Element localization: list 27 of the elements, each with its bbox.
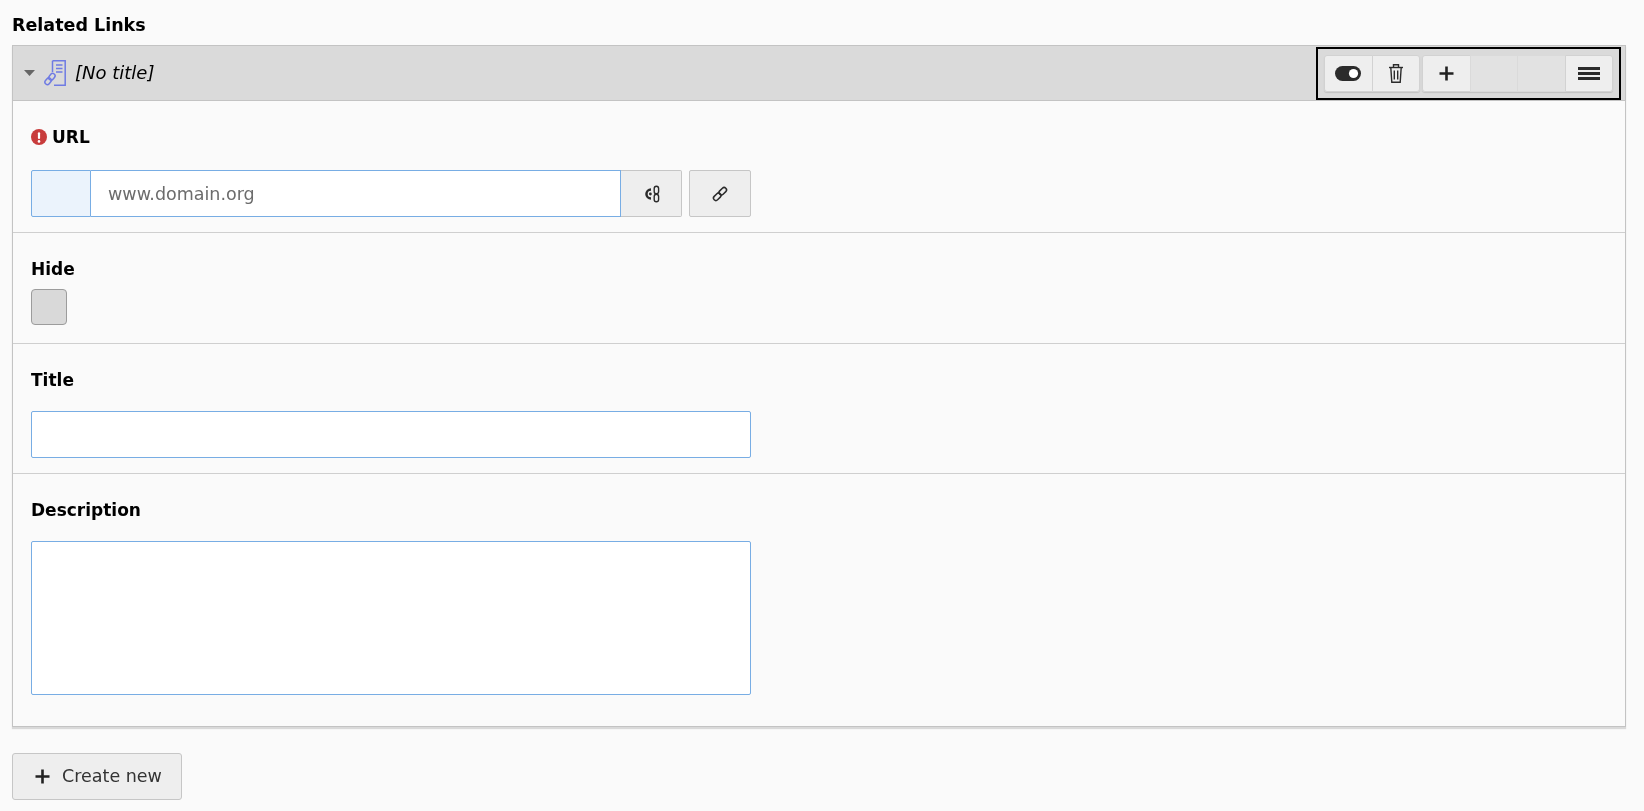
plus-icon	[35, 769, 50, 784]
field-label: Hide	[31, 259, 75, 279]
url-input[interactable]: www.domain.org	[91, 170, 621, 217]
section-title: Related Links	[12, 15, 146, 35]
add-button[interactable]	[1422, 54, 1471, 92]
menu-button[interactable]	[1564, 54, 1613, 92]
link-icon	[711, 184, 729, 203]
delete-button[interactable]	[1371, 54, 1420, 92]
menu-icon	[1577, 66, 1600, 80]
record-header[interactable]: [No title]	[13, 46, 1625, 101]
record-title: [No title]	[75, 62, 155, 84]
field-label: Title	[31, 370, 74, 390]
field-label: URL	[52, 127, 90, 147]
text-input[interactable]	[31, 411, 751, 458]
trash-icon	[1386, 63, 1405, 83]
create-new-button[interactable]: Create new	[12, 753, 182, 800]
hide-checkbox[interactable]	[31, 289, 67, 325]
url-prefix-addon	[31, 170, 91, 217]
link-button[interactable]	[689, 170, 751, 217]
link-preview-button[interactable]	[621, 170, 682, 217]
field-label: Description	[31, 500, 141, 520]
document-link-icon	[44, 60, 66, 86]
toggle-icon	[1335, 65, 1362, 81]
toggle-button[interactable]	[1324, 54, 1373, 92]
eye-chain-icon	[642, 184, 660, 203]
plus-icon	[1438, 65, 1454, 81]
textarea-input[interactable]	[31, 541, 751, 695]
